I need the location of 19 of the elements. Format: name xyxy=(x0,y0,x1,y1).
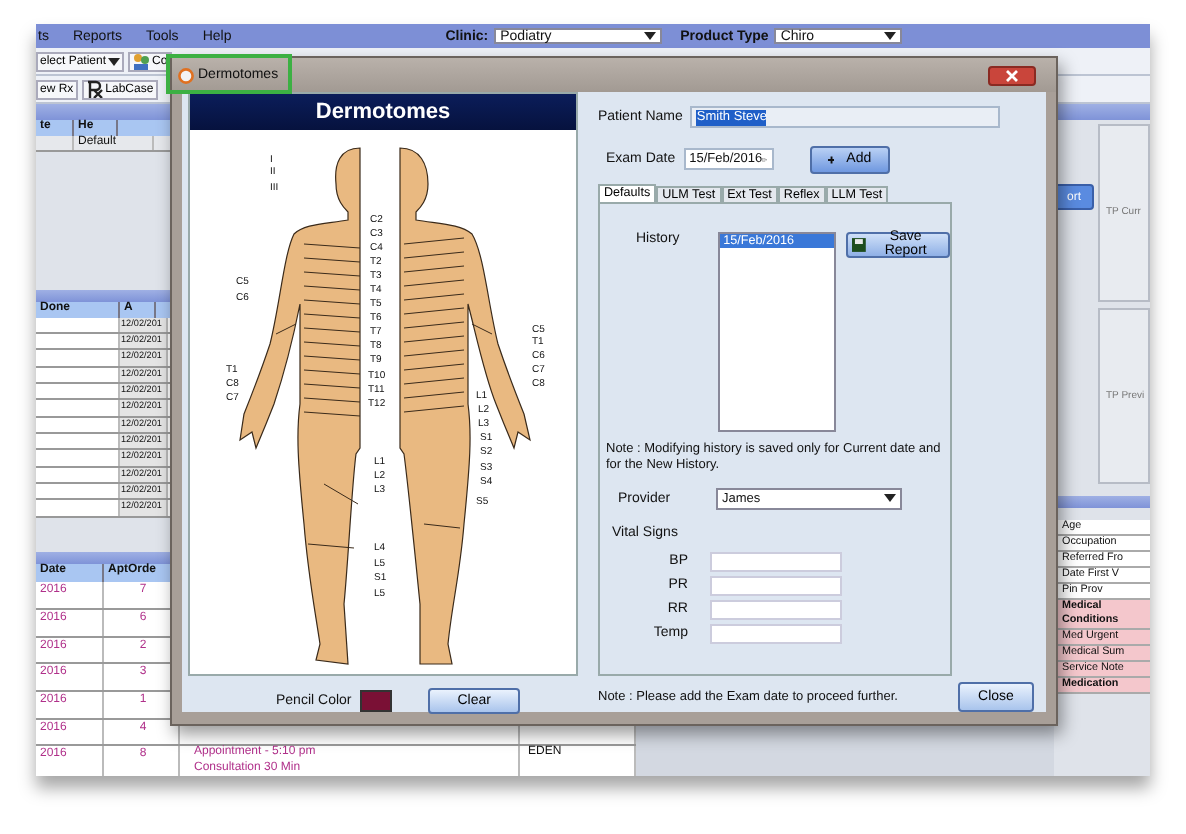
input-field[interactable] xyxy=(710,623,842,644)
input-field[interactable] xyxy=(710,551,842,572)
dropdown-caret-icon[interactable] xyxy=(884,494,896,503)
close-button[interactable] xyxy=(988,65,1036,85)
dropdown-caret-icon[interactable] xyxy=(884,32,897,40)
people-icon xyxy=(132,52,151,70)
highlight-frame xyxy=(166,54,292,94)
prescription-icon xyxy=(85,80,104,98)
dropdown-caret-icon[interactable] xyxy=(644,32,657,40)
dropdown-caret-icon[interactable] xyxy=(108,57,121,65)
panel-header-bar xyxy=(1054,104,1150,120)
input-field[interactable] xyxy=(710,575,842,596)
color-swatch[interactable] xyxy=(359,690,392,712)
figure-title: Dermotomes xyxy=(190,94,576,130)
close-icon xyxy=(1006,69,1018,81)
input-field[interactable] xyxy=(710,599,842,620)
plus-icon xyxy=(827,153,835,166)
app-icon xyxy=(178,67,194,83)
panel-header-bar xyxy=(1054,496,1150,508)
